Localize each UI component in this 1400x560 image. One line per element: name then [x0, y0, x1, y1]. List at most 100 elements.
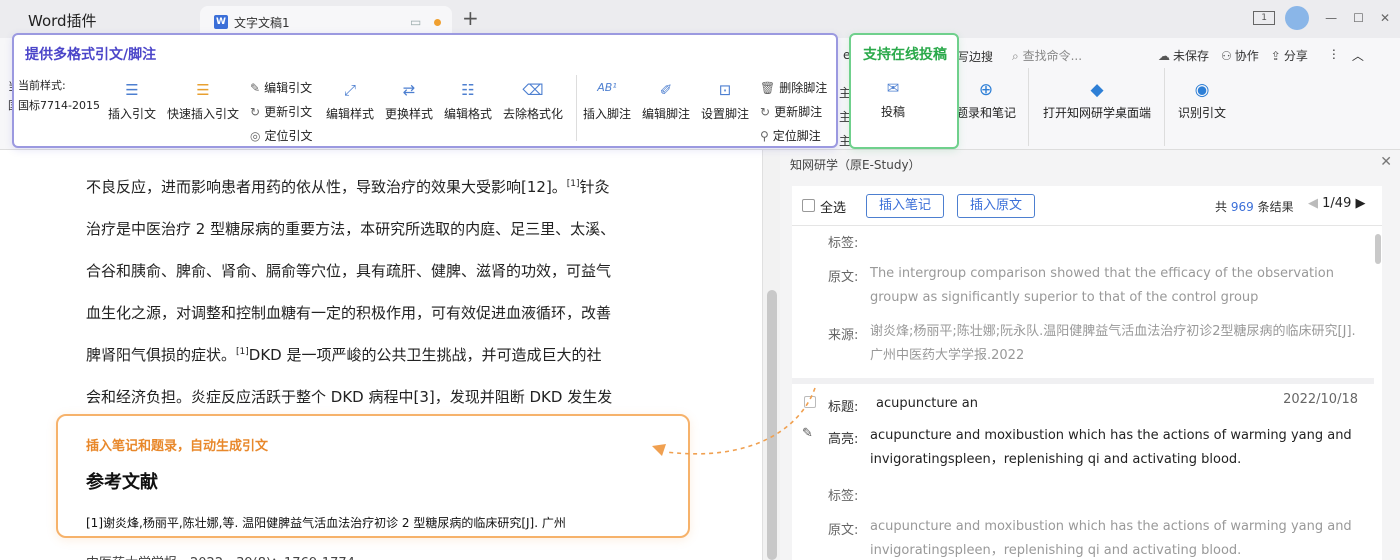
next-page-icon[interactable]: ▶ [1355, 196, 1365, 211]
tab-label: 文字文稿1 [234, 16, 290, 30]
collab-button[interactable]: ⚇ 协作 [1221, 47, 1259, 64]
eraser-icon: ⌫ [522, 81, 544, 99]
submission-callout: 支持在线投稿 ✉ 投稿 [849, 33, 959, 149]
doc-line: 合谷和胰俞、脾俞、肾俞、膈俞等穴位，具有疏肝、健脾、滋肾的功效，可益气 [86, 262, 612, 280]
notes-records-button[interactable]: ⊕ 题录和笔记 [956, 80, 1016, 121]
results-scrollbar[interactable] [1374, 226, 1382, 560]
unsaved-button[interactable]: ☁ 未保存 [1158, 47, 1209, 64]
source-label: 来源: [828, 328, 859, 343]
submit-button[interactable]: ✉ 投稿 [881, 79, 905, 120]
quick-insert-cite-label: 快速插入引文 [167, 107, 240, 121]
magnifier-icon: ⊕ [978, 80, 994, 100]
edit-style-button[interactable]: ⤢ 编辑样式 [326, 81, 374, 122]
collab-label: 协作 [1234, 49, 1259, 63]
user-icon: ⚇ [1221, 49, 1232, 63]
change-style-label: 更换样式 [385, 107, 434, 121]
edit-cite-label: 编辑引文 [264, 81, 313, 95]
open-desktop-label: 打开知网研学桌面端 [1043, 106, 1152, 120]
results-list[interactable]: 标签: 原文: The intergroup comparison showed… [792, 226, 1374, 560]
update-cite-label: 更新引文 [264, 105, 313, 119]
monitor-icon[interactable]: ▭ [410, 15, 421, 29]
insert-cite-button[interactable]: ☰ 插入引文 [108, 81, 156, 122]
pager: ◀ 1/49 ▶ [1308, 196, 1365, 211]
footnote-ab-icon: AB¹ [597, 81, 617, 94]
avatar[interactable] [1285, 6, 1310, 30]
delete-footnote-button[interactable]: 🗑 删除脚注 [760, 79, 827, 96]
search-icon: ⌕ [1012, 49, 1019, 63]
notes-records-label: 题录和笔记 [956, 106, 1017, 120]
locate-cite-label: 定位引文 [264, 129, 313, 143]
update-cite-button[interactable]: ↻ 更新引文 [250, 103, 312, 120]
location-icon: ◎ [250, 129, 261, 143]
pen-icon: ✐ [659, 81, 673, 99]
insert-footnote-label: 插入脚注 [583, 107, 632, 121]
original-label: 原文: [828, 523, 859, 538]
ribbon-divider [1028, 68, 1029, 146]
tag-label: 标签: [828, 236, 859, 251]
word-doc-icon: W [214, 15, 228, 29]
cloud-icon: ☁ [1158, 49, 1170, 63]
more-icon[interactable]: ⋮ [1328, 47, 1340, 64]
person-pin-icon: ⚲ [760, 129, 769, 143]
edit-footnote-label: 编辑脚注 [642, 107, 691, 121]
results-scrollbar-thumb[interactable] [1375, 234, 1381, 264]
add-tab-button[interactable]: + [462, 6, 479, 30]
close-icon[interactable]: ✕ [1380, 11, 1390, 25]
document-body[interactable]: 不良反应，进而影响患者用药的依从性，导致治疗的效果大受影响[12]。[1]针灸 … [86, 176, 646, 428]
select-all-checkbox[interactable] [802, 199, 815, 212]
note-date: 2022/10/18 [1283, 392, 1358, 407]
update-footnote-label: 更新脚注 [774, 105, 823, 119]
doc-line: 治疗是中医治疗 2 型糖尿病的重要方法，本研究所选取的内庭、足三里、太溪、 [86, 220, 616, 238]
share-label: 分享 [1283, 49, 1308, 63]
remove-format-button[interactable]: ⌫ 去除格式化 [503, 81, 563, 122]
layout-icon[interactable]: 1 [1253, 11, 1276, 25]
doc-line: 不良反应，进而影响患者用药的依从性，导致治疗的效果大受影响[12]。[1]针灸 [86, 178, 610, 196]
document-scrollbar[interactable] [762, 150, 780, 560]
locate-footnote-button[interactable]: ⚲ 定位脚注 [760, 127, 821, 144]
minimize-icon[interactable]: — [1325, 11, 1337, 25]
command-search[interactable]: ⌕ 查找命令... [1012, 47, 1082, 64]
identify-cite-button[interactable]: ◉ 识别引文 [1178, 80, 1226, 121]
notes-callout: 插入笔记和题录，自动生成引文 参考文献 [1]谢炎烽,杨丽平,陈壮娜,等. 温阳… [56, 414, 690, 538]
insert-footnote-button[interactable]: AB¹ 插入脚注 [583, 81, 631, 122]
refresh-icon: ↻ [250, 105, 261, 119]
ribbon-fragment-search-edge[interactable]: 写边搜 [957, 48, 993, 65]
remove-format-label: 去除格式化 [503, 107, 564, 121]
current-style-value[interactable]: 国标7714-2015 [18, 97, 100, 113]
insert-cite-label: 插入引文 [108, 107, 157, 121]
tag-label: 标签: [828, 489, 859, 504]
insert-original-button[interactable]: 插入原文 [957, 194, 1036, 218]
toolbar-divider [576, 75, 577, 141]
prev-page-icon[interactable]: ◀ [1308, 196, 1318, 211]
panel-close-icon[interactable]: ✕ [1380, 154, 1392, 170]
send-mail-icon: ✉ [886, 79, 900, 97]
edit-cite-button[interactable]: ✎ 编辑引文 [250, 79, 312, 96]
notes-callout-title: 插入笔记和题录，自动生成引文 [86, 439, 269, 454]
refresh-icon: ↻ [760, 105, 771, 119]
collapse-ribbon-icon[interactable]: ︿ [1352, 47, 1364, 64]
set-footnote-button[interactable]: ⊡ 设置脚注 [701, 81, 749, 122]
locate-cite-button[interactable]: ◎ 定位引文 [250, 127, 313, 144]
edit-footnote-button[interactable]: ✐ 编辑脚注 [642, 81, 690, 122]
quick-insert-cite-button[interactable]: ☰ 快速插入引文 [167, 81, 239, 122]
trash-icon: 🗑 [760, 81, 776, 95]
insert-note-button[interactable]: 插入笔记 [866, 194, 945, 218]
panel-toolbar: 全选 插入笔记 插入原文 共 969 条结果 ◀ 1/49 ▶ [792, 186, 1382, 226]
edit-format-button[interactable]: ☷ 编辑格式 [444, 81, 492, 122]
maximize-icon[interactable]: ☐ [1353, 11, 1364, 25]
doc-line: 血生化之源，对调整和控制血糖有一定的积极作用，可有效促进血液循环，改善 [86, 304, 612, 322]
panel-title: 知网研学（原E-Study） [790, 158, 921, 172]
source-text: 谢炎烽;杨丽平;陈壮娜;阮永队.温阳健脾益气活血法治疗初诊2型糖尿病的临床研究[… [870, 324, 1356, 363]
original-text: The intergroup comparison showed that th… [870, 266, 1334, 305]
citation-callout: 提供多格式引文/脚注 当前样式: 国标7714-2015 ☰ 插入引文 ☰ 快速… [12, 33, 838, 148]
update-footnote-button[interactable]: ↻ 更新脚注 [760, 103, 822, 120]
select-all-label[interactable]: 全选 [820, 197, 846, 216]
settings-frame-icon: ⊡ [718, 81, 732, 99]
share-button[interactable]: ⇪ 分享 [1271, 47, 1308, 64]
quick-list-icon: ☰ [196, 81, 210, 99]
quick-actions: ☁ 未保存 ⚇ 协作 ⇪ 分享 ⋮ ︿ [1158, 47, 1376, 64]
change-style-button[interactable]: ⇄ 更换样式 [385, 81, 433, 122]
open-desktop-button[interactable]: ◆ 打开知网研学桌面端 [1043, 80, 1151, 121]
identify-cite-label: 识别引文 [1178, 106, 1227, 120]
connector-arrow [652, 387, 816, 456]
